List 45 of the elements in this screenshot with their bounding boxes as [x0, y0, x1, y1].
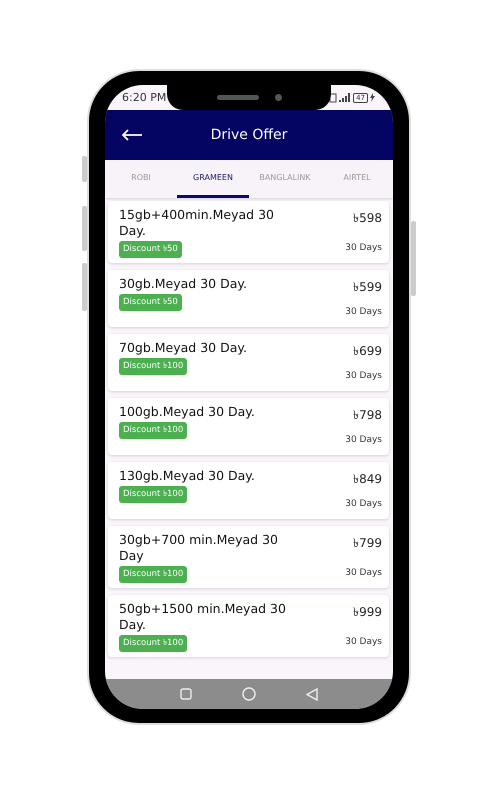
offer-validity: 30 Days: [345, 243, 382, 253]
offer-card[interactable]: 100gb.Meyad 30 Day. Discount ৳100 ৳798 30 Days: [108, 398, 389, 455]
offer-validity: 30 Days: [345, 499, 382, 509]
offer-card[interactable]: 70gb.Meyad 30 Day. Discount ৳100 ৳699 30 Days: [108, 334, 389, 391]
offer-price: ৳798: [353, 407, 382, 424]
offer-validity: 30 Days: [345, 568, 382, 578]
offer-card[interactable]: 30gb+700 min.Meyad 30 Day Discount ৳100 ৳799 30 Days: [108, 526, 389, 588]
back-arrow-icon[interactable]: [121, 129, 143, 141]
operator-tab[interactable]: GRAMEEN: [177, 160, 249, 198]
offer-name: 15gb+400min.Meyad 30 Day.: [119, 207, 275, 239]
page-title: Drive Offer: [210, 127, 288, 143]
offer-name: 30gb+700 min.Meyad 30 Day: [119, 532, 279, 564]
offer-card[interactable]: 30gb.Meyad 30 Day. Discount ৳50 ৳599 30 Days: [108, 270, 389, 327]
offer-price: ৳999: [353, 604, 382, 621]
offer-name: 70gb.Meyad 30 Day.: [119, 340, 247, 356]
recent-apps-icon[interactable]: [180, 688, 192, 700]
offer-price: ৳799: [353, 535, 382, 552]
offer-card[interactable]: 50gb+1500 min.Meyad 30 Day. Discount ৳100 ৳999 30 Days: [108, 595, 389, 657]
offer-validity: 30 Days: [345, 637, 382, 647]
offer-validity: 30 Days: [345, 371, 382, 381]
discount-badge: Discount ৳50: [119, 294, 182, 311]
offer-validity: 30 Days: [345, 307, 382, 317]
offer-name: 50gb+1500 min.Meyad 30 Day.: [119, 601, 287, 633]
offer-price: ৳598: [353, 210, 382, 227]
offer-card[interactable]: 130gb.Meyad 30 Day. Discount ৳100 ৳849 30 Days: [108, 462, 389, 519]
sim-icon: [329, 92, 338, 102]
discount-badge: Discount ৳50: [119, 241, 182, 258]
home-icon[interactable]: [242, 687, 256, 701]
signal-icon: [339, 93, 352, 102]
offer-name: 130gb.Meyad 30 Day.: [119, 468, 255, 484]
discount-badge: Discount ৳100: [119, 635, 188, 652]
offer-price: ৳849: [353, 471, 382, 488]
offer-validity: 30 Days: [345, 435, 382, 445]
offer-card[interactable]: 15gb+400min.Meyad 30 Day. Discount ৳50 ৳598 30 Days: [108, 201, 389, 263]
discount-badge: Discount ৳100: [119, 422, 188, 439]
discount-badge: Discount ৳100: [119, 358, 188, 375]
offer-price: ৳599: [353, 279, 382, 296]
offer-price: ৳699: [353, 343, 382, 360]
charging-icon: [370, 93, 375, 102]
status-time: 6:20 PM: [122, 91, 166, 104]
back-icon[interactable]: [306, 688, 318, 700]
offer-name: 30gb.Meyad 30 Day.: [119, 276, 247, 292]
offer-name: 100gb.Meyad 30 Day.: [119, 404, 255, 420]
discount-badge: Discount ৳100: [119, 566, 188, 583]
discount-badge: Discount ৳100: [119, 486, 188, 503]
